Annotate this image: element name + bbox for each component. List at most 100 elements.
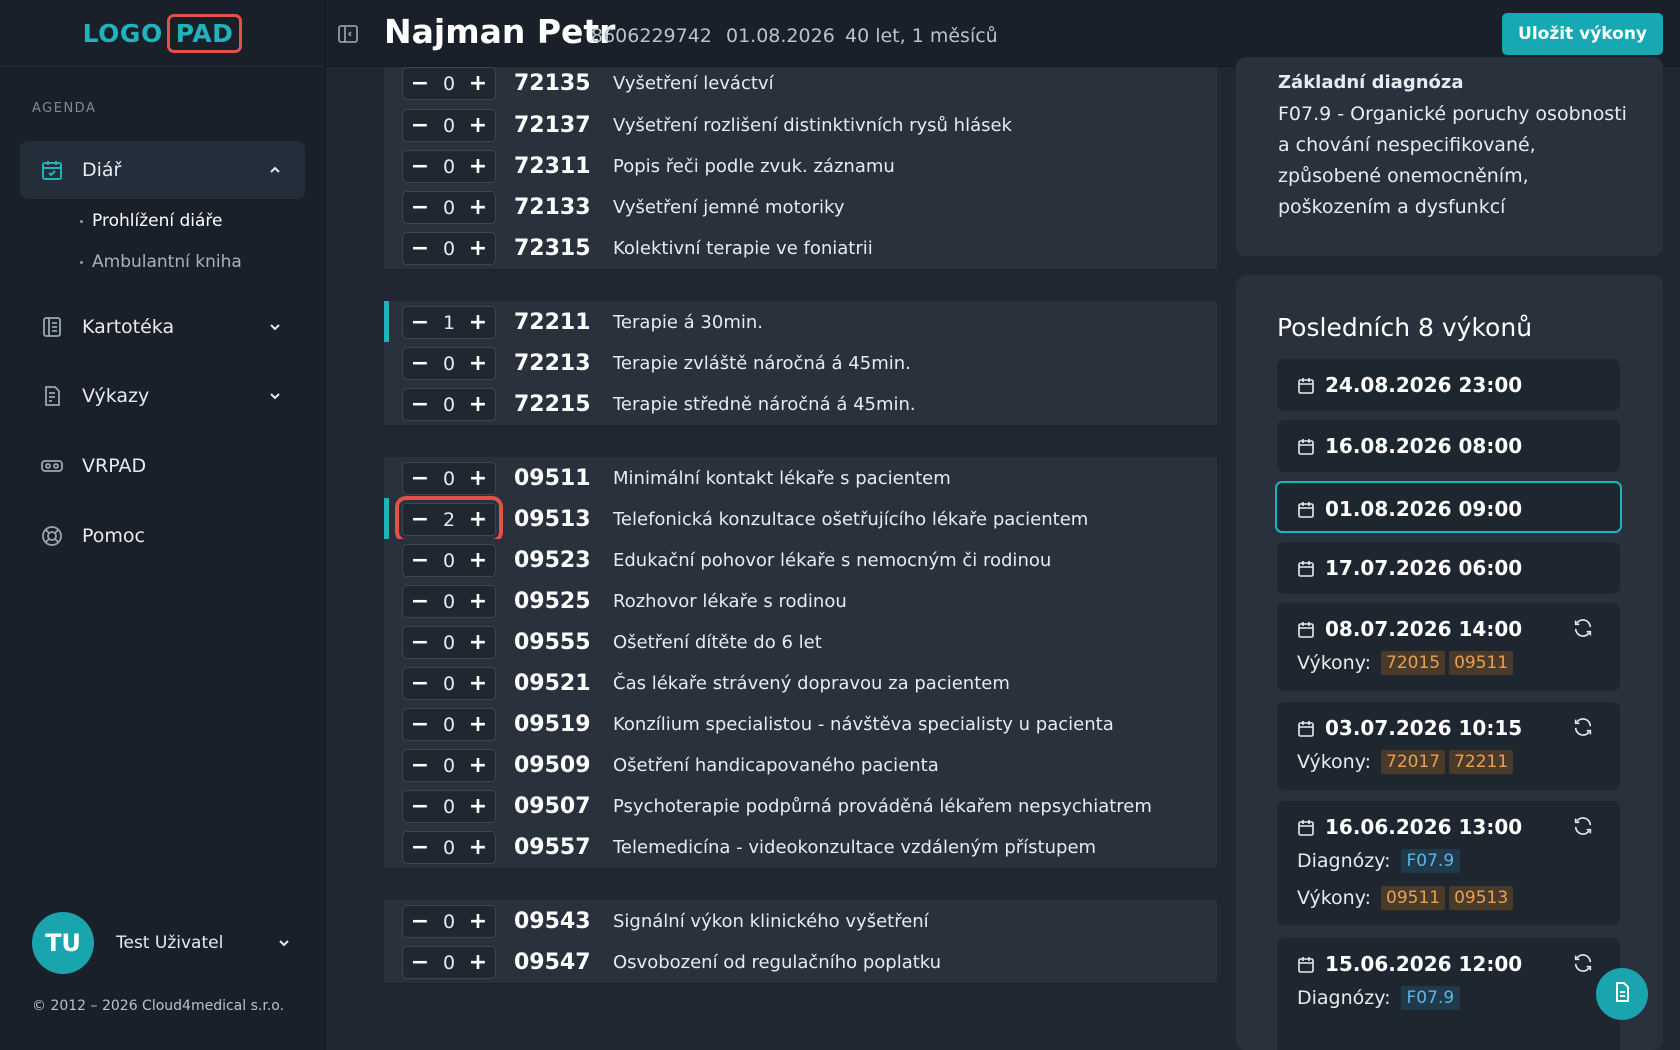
increment-button[interactable]: + — [467, 467, 489, 490]
increment-button[interactable]: + — [467, 72, 489, 95]
decrement-button[interactable]: − — [409, 631, 431, 654]
decrement-button[interactable]: − — [409, 114, 431, 137]
quantity-stepper[interactable]: −0 + — [402, 232, 496, 265]
quantity-value[interactable]: 0 — [443, 911, 455, 933]
refresh-icon[interactable] — [1572, 815, 1594, 837]
user-menu[interactable]: TU Test Uživatel — [32, 912, 292, 974]
decrement-button[interactable]: − — [409, 549, 431, 572]
decrement-button[interactable]: − — [409, 713, 431, 736]
increment-button[interactable]: + — [467, 393, 489, 416]
document-fab-button[interactable] — [1596, 968, 1648, 1020]
chevron-down-icon[interactable] — [267, 387, 283, 403]
quantity-value[interactable]: 0 — [443, 673, 455, 695]
decrement-button[interactable]: − — [409, 951, 431, 974]
recent-visit-item[interactable]: 08.07.2026 14:00 Výkony: 72015 09511 — [1277, 603, 1620, 691]
quantity-stepper[interactable]: −2 + — [395, 496, 503, 543]
increment-button[interactable]: + — [467, 311, 489, 334]
quantity-value[interactable]: 0 — [443, 632, 455, 654]
decrement-button[interactable]: − — [409, 311, 431, 334]
recent-visit-item[interactable]: 17.07.2026 06:00 — [1277, 542, 1620, 594]
sidebar-collapse-icon[interactable] — [336, 22, 360, 46]
increment-button[interactable]: + — [467, 795, 489, 818]
quantity-stepper[interactable]: −0 + — [402, 667, 496, 700]
decrement-button[interactable]: − — [409, 795, 431, 818]
decrement-button[interactable]: − — [409, 393, 431, 416]
sidebar-subitem-ambulantni-kniha[interactable]: Ambulantní kniha — [80, 252, 242, 272]
quantity-value[interactable]: 0 — [443, 796, 455, 818]
quantity-value[interactable]: 0 — [443, 755, 455, 777]
quantity-stepper[interactable]: −1 + — [402, 306, 496, 339]
increment-button[interactable]: + — [467, 590, 489, 613]
quantity-stepper[interactable]: −0 + — [402, 462, 496, 495]
quantity-stepper[interactable]: −0 + — [402, 749, 496, 782]
increment-button[interactable]: + — [467, 910, 489, 933]
increment-button[interactable]: + — [467, 754, 489, 777]
quantity-stepper[interactable]: −0 + — [402, 790, 496, 823]
increment-button[interactable]: + — [467, 114, 489, 137]
decrement-button[interactable]: − — [409, 155, 431, 178]
decrement-button[interactable]: − — [409, 754, 431, 777]
increment-button[interactable]: + — [467, 352, 489, 375]
sidebar-item-vrpad[interactable]: VRPAD — [20, 437, 305, 495]
decrement-button[interactable]: − — [409, 672, 431, 695]
decrement-button[interactable]: − — [409, 72, 431, 95]
quantity-value[interactable]: 0 — [443, 468, 455, 490]
quantity-value[interactable]: 0 — [443, 714, 455, 736]
decrement-button[interactable]: − — [409, 196, 431, 219]
quantity-value[interactable]: 2 — [443, 509, 455, 531]
quantity-stepper[interactable]: −0 + — [402, 585, 496, 618]
quantity-value[interactable]: 0 — [443, 394, 455, 416]
increment-button[interactable]: + — [467, 196, 489, 219]
quantity-stepper[interactable]: −0 + — [402, 708, 496, 741]
quantity-stepper[interactable]: −0 + — [402, 388, 496, 421]
quantity-value[interactable]: 1 — [443, 312, 455, 334]
quantity-stepper[interactable]: −0 + — [402, 191, 496, 224]
recent-visit-item[interactable]: 16.08.2026 08:00 — [1277, 420, 1620, 472]
quantity-value[interactable]: 0 — [443, 73, 455, 95]
decrement-button[interactable]: − — [409, 237, 431, 260]
quantity-stepper[interactable]: −0 + — [402, 626, 496, 659]
recent-visit-item[interactable]: 16.06.2026 13:00 Diagnózy: F07.9 Výkony: 095… — [1277, 801, 1620, 925]
chevron-down-icon[interactable] — [267, 318, 283, 334]
quantity-stepper[interactable]: −0 + — [402, 544, 496, 577]
sidebar-item-kartoteka[interactable]: Kartotéka — [20, 298, 305, 356]
quantity-stepper[interactable]: −0 + — [402, 831, 496, 864]
sidebar-item-vykazy[interactable]: Výkazy — [20, 367, 305, 425]
increment-button[interactable]: + — [467, 155, 489, 178]
decrement-button[interactable]: − — [409, 910, 431, 933]
quantity-value[interactable]: 0 — [443, 837, 455, 859]
increment-button[interactable]: + — [467, 549, 489, 572]
sidebar-item-diar[interactable]: Diář — [20, 141, 305, 199]
quantity-value[interactable]: 0 — [443, 353, 455, 375]
decrement-button[interactable]: − — [409, 836, 431, 859]
refresh-icon[interactable] — [1572, 617, 1594, 639]
recent-visit-item[interactable]: 15.06.2026 12:00 Diagnózy: F07.9 — [1277, 938, 1620, 1050]
decrement-button[interactable]: − — [409, 352, 431, 375]
refresh-icon[interactable] — [1572, 716, 1594, 738]
quantity-stepper[interactable]: −0 + — [402, 109, 496, 142]
quantity-value[interactable]: 0 — [443, 952, 455, 974]
increment-button[interactable]: + — [467, 237, 489, 260]
decrement-button[interactable]: − — [409, 590, 431, 613]
quantity-value[interactable]: 0 — [443, 591, 455, 613]
quantity-stepper[interactable]: −0 + — [402, 67, 496, 100]
increment-button[interactable]: + — [467, 951, 489, 974]
quantity-stepper[interactable]: −0 + — [402, 905, 496, 938]
sidebar-item-pomoc[interactable]: Pomoc — [20, 507, 305, 565]
quantity-value[interactable]: 0 — [443, 115, 455, 137]
quantity-value[interactable]: 0 — [443, 238, 455, 260]
quantity-stepper[interactable]: −0 + — [402, 150, 496, 183]
increment-button[interactable]: + — [467, 631, 489, 654]
sidebar-subitem-prohlizeni[interactable]: Prohlížení diáře — [80, 211, 222, 231]
app-logo[interactable]: LOGO PAD — [83, 13, 243, 53]
chevron-up-icon[interactable] — [267, 161, 283, 177]
increment-button[interactable]: + — [467, 672, 489, 695]
quantity-value[interactable]: 0 — [443, 197, 455, 219]
chevron-down-icon[interactable] — [276, 935, 292, 951]
quantity-value[interactable]: 0 — [443, 550, 455, 572]
save-procedures-button[interactable]: Uložit výkony — [1502, 13, 1663, 55]
quantity-value[interactable]: 0 — [443, 156, 455, 178]
increment-button[interactable]: + — [467, 713, 489, 736]
recent-visit-item[interactable]: 24.08.2026 23:00 — [1277, 359, 1620, 411]
quantity-stepper[interactable]: −0 + — [402, 946, 496, 979]
